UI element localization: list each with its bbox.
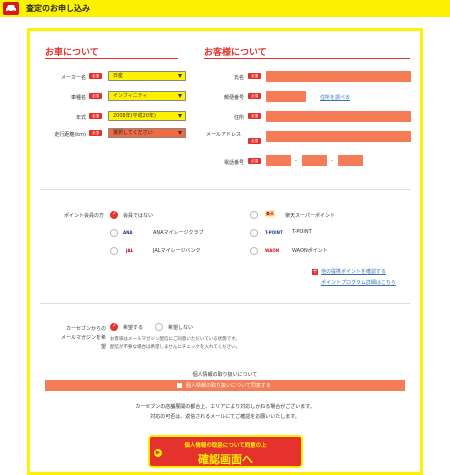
customer-section-underline: [204, 58, 410, 59]
tpoint-label: T-POINT: [292, 229, 312, 235]
phone-input-2[interactable]: [302, 155, 327, 166]
plus-icon: +: [312, 268, 318, 275]
rakuten-logo: 楽天: [265, 210, 275, 218]
magazine-no-radio[interactable]: [155, 323, 163, 331]
magazine-no-label: 希望しない: [168, 325, 194, 331]
ana-radio[interactable]: [110, 229, 118, 237]
mileage-select-value: 選択してください: [113, 130, 153, 136]
model-required-badge: 必須: [89, 93, 102, 99]
chevron-down-icon: [178, 74, 182, 78]
name-label: 氏名: [233, 75, 244, 81]
points-none-label: 会員ではない: [123, 213, 154, 219]
divider: [40, 189, 410, 190]
divider: [40, 303, 410, 304]
year-required-badge: 必須: [89, 113, 102, 119]
address-label: 住所: [233, 115, 244, 121]
year-select[interactable]: 2008年(平成20年): [108, 111, 186, 121]
car-section-underline: [45, 58, 178, 59]
maker-label: メーカー名: [60, 75, 86, 81]
year-label: 年式: [75, 115, 86, 121]
address-required-badge: 必須: [248, 113, 261, 119]
privacy-consent-bar[interactable]: 個人情報の取り扱いについて同意する: [45, 380, 405, 391]
jal-logo: JAL: [126, 248, 134, 253]
waon-logo: WAON: [265, 248, 280, 253]
notice-line-1: カーセブンの店舗展開の都合上、エリアにより対応しかねる場合がございます。: [135, 404, 315, 410]
magazine-note-2: 配信が不要な場合は希望しませんにチェックを入れてください。: [110, 345, 241, 350]
tpoint-logo: T-POINT: [265, 230, 283, 235]
phone-label: 電話番号: [223, 160, 244, 166]
form-panel: お車について メーカー名 必須 日産 車種名 必須 インフィニティ 年式 必須 …: [27, 28, 423, 475]
phone-separator: -: [295, 158, 297, 164]
jal-radio[interactable]: [110, 247, 118, 255]
mileage-required-badge: 必須: [89, 130, 102, 136]
chevron-down-icon: [178, 94, 182, 98]
rakuten-radio[interactable]: [250, 211, 258, 219]
maker-select[interactable]: 日産: [108, 71, 186, 81]
privacy-checkbox[interactable]: [177, 383, 182, 388]
rakuten-label: 楽天スーパーポイント: [285, 213, 335, 219]
ana-label: ANAマイレージクラブ: [153, 230, 204, 236]
car-section-title: お車について: [45, 48, 99, 58]
email-required-badge: 必須: [248, 138, 261, 144]
phone-input-3[interactable]: [338, 155, 363, 166]
chevron-down-icon: [178, 114, 182, 118]
phone-required-badge: 必須: [248, 158, 261, 164]
maker-select-value: 日産: [113, 73, 124, 79]
confirm-button-subtext: 個人情報の取扱について同意の上: [184, 443, 267, 449]
magazine-label-line2: メールマガジンを希: [60, 335, 106, 341]
notice-line-2: 対応の可否は、返信されるメールにてご確認をお願いいたします。: [150, 414, 300, 420]
email-input[interactable]: [266, 131, 411, 142]
form-body: お車について メーカー名 必須 日産 車種名 必須 インフィニティ 年式 必須 …: [30, 31, 420, 472]
zip-input[interactable]: [266, 91, 306, 102]
magazine-label-line1: カーセブンからの: [65, 326, 106, 332]
tpoint-radio[interactable]: [250, 229, 258, 237]
magazine-label-line3: 望: [100, 344, 106, 350]
other-points-link[interactable]: 他の提携ポイントを確認する: [321, 268, 386, 275]
zip-label: 郵便番号: [223, 95, 244, 101]
magazine-yes-label: 希望する: [123, 325, 144, 331]
confirm-button-label: 確認画面へ: [198, 453, 253, 466]
chevron-down-icon: [178, 131, 182, 135]
name-input[interactable]: [266, 71, 411, 82]
maker-required-badge: 必須: [89, 73, 102, 79]
page-title: 査定のお申し込み: [26, 4, 90, 13]
model-label: 車種名: [70, 95, 86, 101]
name-required-badge: 必須: [248, 73, 261, 79]
confirm-button[interactable]: ▶ 個人情報の取扱について同意の上 確認画面へ: [148, 435, 303, 468]
magazine-yes-radio[interactable]: [110, 322, 118, 331]
address-lookup-link[interactable]: 住所を調べる: [320, 94, 350, 101]
mileage-select[interactable]: 選択してください: [108, 128, 186, 138]
ana-logo: ANA: [123, 230, 133, 235]
privacy-checkbox-label: 個人情報の取り扱いについて同意する: [186, 383, 271, 389]
waon-label: WAONポイント: [292, 248, 328, 254]
zip-required-badge: 必須: [248, 93, 261, 99]
jal-label: JALマイレージバンク: [153, 248, 201, 254]
model-select-value: インフィニティ: [113, 93, 148, 99]
address-input[interactable]: [266, 111, 411, 122]
phone-input-1[interactable]: [266, 155, 291, 166]
car-icon: [3, 2, 19, 15]
phone-separator: -: [331, 158, 333, 164]
waon-radio[interactable]: [250, 247, 258, 255]
privacy-title: 個人情報の取り扱いについて: [192, 372, 258, 378]
customer-section-title: お客様について: [204, 48, 267, 58]
model-select[interactable]: インフィニティ: [108, 91, 186, 101]
mileage-label: 走行距離(km): [54, 132, 86, 138]
points-program-link[interactable]: ポイントプログラム詳細はこちら: [321, 279, 396, 286]
email-label: メールアドレス: [206, 132, 242, 138]
points-label: ポイント会員の方: [63, 213, 104, 219]
points-none-radio[interactable]: [110, 210, 118, 219]
page-header: 査定のお申し込み: [0, 0, 450, 17]
year-select-value: 2008年(平成20年): [113, 113, 156, 119]
magazine-note-1: お客様はメールマガジン配信にご同意いただいている状態です。: [110, 337, 240, 342]
